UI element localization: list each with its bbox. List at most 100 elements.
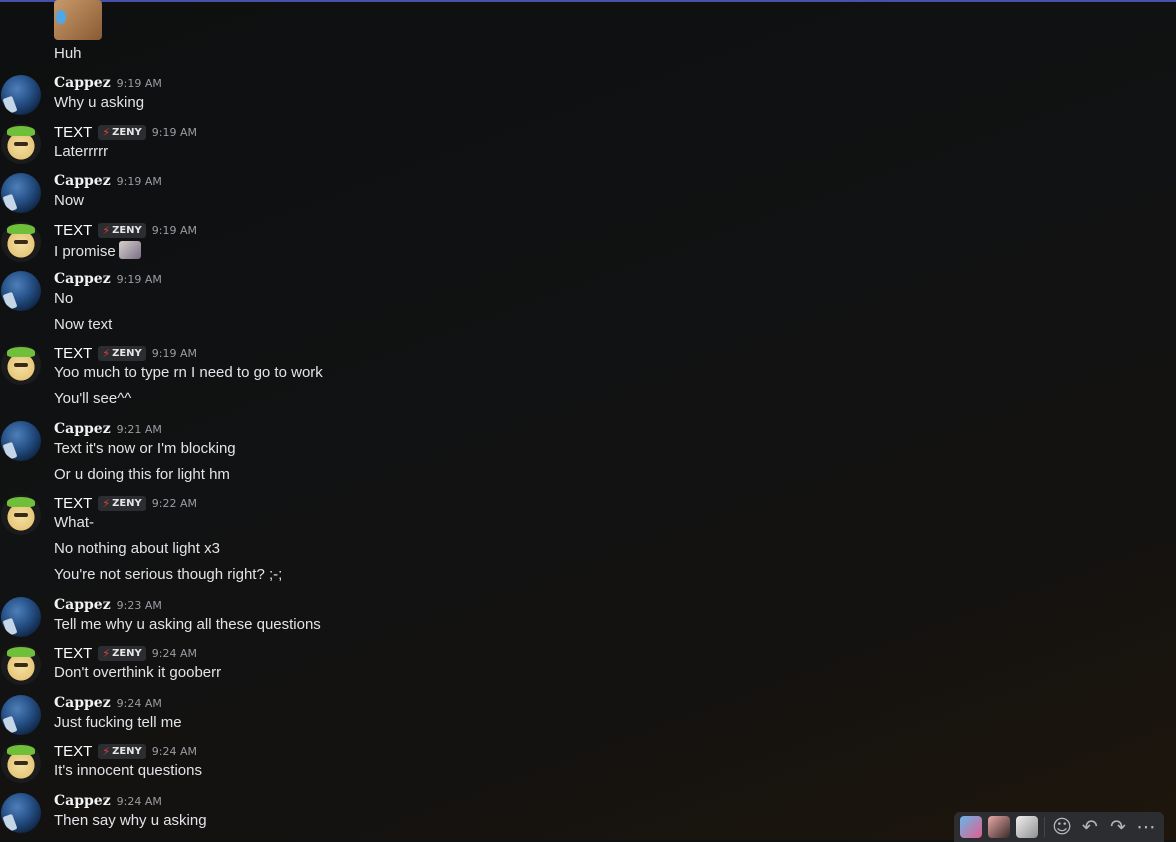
message-text-content: Yoo much to type rn I need to go to work xyxy=(54,364,323,381)
message-text: Or u doing this for light hm xyxy=(54,466,230,483)
lightning-icon: ⚡ xyxy=(102,496,111,510)
message-text: Laterrrrr xyxy=(54,143,108,160)
guild-tag-badge[interactable]: ⚡ ZENY xyxy=(98,124,146,140)
message-header: TEXT ⚡ ZENY 9:19 AM xyxy=(54,343,197,363)
message-text: Don't overthink it gooberr xyxy=(54,664,221,681)
message-header: TEXT ⚡ ZENY 9:24 AM xyxy=(54,741,197,761)
message-text: Just fucking tell me xyxy=(54,714,182,731)
author-name[interactable]: TEXT xyxy=(54,743,92,760)
avatar[interactable] xyxy=(1,345,41,385)
avatar[interactable] xyxy=(1,75,41,115)
message-text-content: No xyxy=(54,290,74,307)
message-text-content: Now xyxy=(54,192,85,209)
message-text: Now text xyxy=(54,316,112,333)
message-text-content: Text it's now or I'm blocking xyxy=(54,440,236,457)
avatar[interactable] xyxy=(1,271,41,311)
more-options-icon[interactable]: ⋯ xyxy=(1135,816,1157,838)
message-timestamp[interactable]: 9:21 AM xyxy=(117,423,162,436)
message-text: No xyxy=(54,290,73,307)
message-text: What- xyxy=(54,514,94,531)
add-reaction-icon[interactable]: ☺ xyxy=(1051,816,1073,838)
message-text: Why u asking xyxy=(54,94,144,111)
avatar[interactable] xyxy=(1,597,41,637)
message-header: TEXT ⚡ ZENY 9:19 AM xyxy=(54,122,197,142)
author-name[interactable]: Cappez xyxy=(54,695,111,711)
message-header: TEXT ⚡ ZENY 9:22 AM xyxy=(54,493,197,513)
message-text: Tell me why u asking all these questions xyxy=(54,616,321,633)
author-name[interactable]: Cappez xyxy=(54,173,111,189)
message-timestamp[interactable]: 9:22 AM xyxy=(152,497,197,510)
message-header: TEXT ⚡ ZENY 9:24 AM xyxy=(54,643,197,663)
message-text-content: Don't overthink it gooberr xyxy=(54,664,222,681)
message-timestamp[interactable]: 9:24 AM xyxy=(117,697,162,710)
message-header: Cappez 9:23 AM xyxy=(54,595,162,615)
avatar[interactable] xyxy=(1,645,41,685)
lightning-icon: ⚡ xyxy=(102,646,111,660)
message-timestamp[interactable]: 9:19 AM xyxy=(152,224,197,237)
guild-tag-label: ZENY xyxy=(112,647,142,659)
message-timestamp[interactable]: 9:24 AM xyxy=(152,745,197,758)
lightning-icon: ⚡ xyxy=(102,223,111,237)
lightning-icon: ⚡ xyxy=(102,125,111,139)
avatar[interactable] xyxy=(1,495,41,535)
avatar[interactable] xyxy=(1,124,41,164)
avatar[interactable] xyxy=(1,222,41,262)
message-timestamp[interactable]: 9:23 AM xyxy=(117,599,162,612)
avatar[interactable] xyxy=(1,173,41,213)
message-header: Cappez 9:24 AM xyxy=(54,693,162,713)
avatar[interactable] xyxy=(1,793,41,833)
guild-tag-badge[interactable]: ⚡ ZENY xyxy=(98,495,146,511)
author-name[interactable]: TEXT xyxy=(54,645,92,662)
custom-emoji-icon[interactable] xyxy=(118,241,141,259)
guild-tag-label: ZENY xyxy=(112,497,142,509)
message-timestamp[interactable]: 9:19 AM xyxy=(117,273,162,286)
toolbar-divider xyxy=(1044,817,1045,837)
guild-tag-badge[interactable]: ⚡ ZENY xyxy=(98,222,146,238)
author-name[interactable]: TEXT xyxy=(54,222,92,239)
guild-tag-label: ZENY xyxy=(112,224,142,236)
guild-tag-label: ZENY xyxy=(112,126,142,138)
message-text-content: No nothing about light x3 xyxy=(54,540,220,557)
lightning-icon: ⚡ xyxy=(102,744,111,758)
author-name[interactable]: Cappez xyxy=(54,271,111,287)
author-name[interactable]: Cappez xyxy=(54,793,111,809)
message-header: Cappez 9:24 AM xyxy=(54,791,162,811)
message-timestamp[interactable]: 9:24 AM xyxy=(117,795,162,808)
message-text: Then say why u asking xyxy=(54,812,207,829)
message-timestamp[interactable]: 9:19 AM xyxy=(152,347,197,360)
avatar[interactable] xyxy=(1,421,41,461)
message-timestamp[interactable]: 9:19 AM xyxy=(117,77,162,90)
guild-tag-label: ZENY xyxy=(112,745,142,757)
avatar[interactable] xyxy=(1,695,41,735)
lightning-icon: ⚡ xyxy=(102,346,111,360)
message-text: I promise xyxy=(54,241,141,260)
guild-tag-badge[interactable]: ⚡ ZENY xyxy=(98,645,146,661)
forward-icon[interactable]: ↷ xyxy=(1107,816,1129,838)
reaction-emoji-1-button[interactable] xyxy=(960,816,982,838)
message-timestamp[interactable]: 9:19 AM xyxy=(117,175,162,188)
message-text: Yoo much to type rn I need to go to work xyxy=(54,364,323,381)
guild-tag-badge[interactable]: ⚡ ZENY xyxy=(98,345,146,361)
message-text-content: Just fucking tell me xyxy=(54,714,182,731)
author-name[interactable]: Cappez xyxy=(54,597,111,613)
guild-tag-label: ZENY xyxy=(112,347,142,359)
sticker-image xyxy=(54,0,102,40)
guild-tag-badge[interactable]: ⚡ ZENY xyxy=(98,743,146,759)
reaction-emoji-2-button[interactable] xyxy=(988,816,1010,838)
message-text-content: It's innocent questions xyxy=(54,762,202,779)
avatar[interactable] xyxy=(1,743,41,783)
message-timestamp[interactable]: 9:19 AM xyxy=(152,126,197,139)
reaction-emoji-3-button[interactable] xyxy=(1016,816,1038,838)
author-name[interactable]: TEXT xyxy=(54,345,92,362)
author-name[interactable]: TEXT xyxy=(54,495,92,512)
author-name[interactable]: Cappez xyxy=(54,75,111,91)
message-timestamp[interactable]: 9:24 AM xyxy=(152,647,197,660)
message-text: Now xyxy=(54,192,84,209)
message-text-content: You're not serious though right? ;-; xyxy=(54,566,283,583)
message-text-content: Then say why u asking xyxy=(54,812,207,829)
message-header: Cappez 9:21 AM xyxy=(54,419,162,439)
reply-icon[interactable]: ↶ xyxy=(1079,816,1101,838)
author-name[interactable]: TEXT xyxy=(54,124,92,141)
author-name[interactable]: Cappez xyxy=(54,421,111,437)
message-header: Cappez 9:19 AM xyxy=(54,171,162,191)
